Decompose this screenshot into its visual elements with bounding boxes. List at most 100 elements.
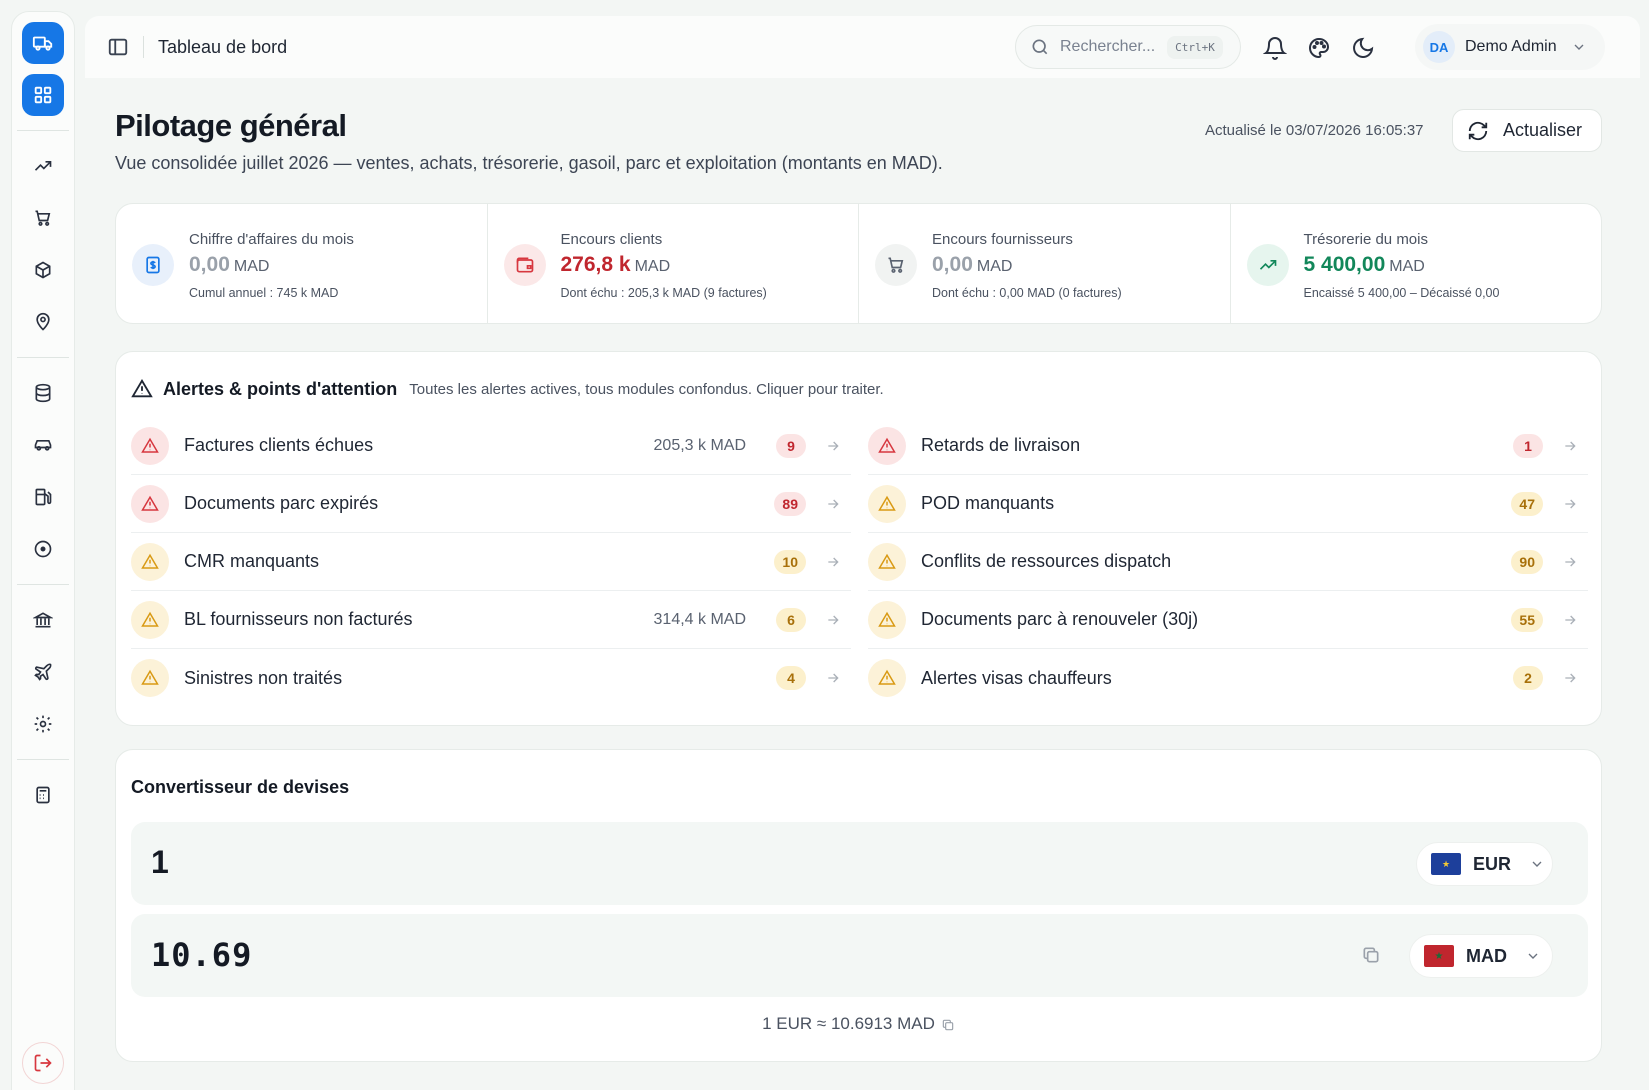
sidebar-item-database[interactable] [22,372,64,414]
currency-converter-card: Convertisseur de devises 1 ★ EUR 10.69 ★… [115,749,1602,1062]
palette-icon[interactable] [1307,36,1331,60]
wallet-icon [503,244,546,286]
kpi-supplier-outstanding[interactable]: Encours fournisseurs 0,00 MAD Dont échu :… [859,204,1231,323]
alert-amount: 314,4 k MAD [653,610,746,628]
alert-row[interactable]: Alertes visas chauffeurs 2 [868,649,1588,707]
sidebar-divider [17,357,69,358]
converter-from-row: 1 ★ EUR [131,822,1588,905]
sidebar-item-calculator[interactable] [22,774,64,816]
calculator-icon [36,786,50,804]
kpi-note: Encaissé 5 400,00 – Décaissé 0,00 [1303,286,1500,300]
alert-count-badge: 4 [776,666,806,690]
grid-icon [34,86,52,104]
refresh-label: Actualiser [1503,120,1583,140]
arrow-right-icon [1565,673,1576,683]
sidebar-item-vehicles[interactable] [22,424,64,466]
bell-icon[interactable] [1263,36,1287,60]
sidebar-toggle-icon[interactable] [107,36,129,58]
warning-icon [868,484,906,523]
kpi-label: Trésorerie du mois [1303,231,1428,248]
sidebar-item-fuel[interactable] [22,476,64,518]
kpi-treasury[interactable]: Trésorerie du mois 5 400,00 MAD Encaissé … [1231,204,1602,323]
kpi-label: Encours clients [560,231,663,248]
alert-row[interactable]: POD manquants 47 [868,475,1588,533]
moon-icon[interactable] [1351,36,1375,60]
alert-label: Documents parc à renouveler (30j) [921,609,1199,629]
sidebar-item-sales[interactable] [22,145,64,187]
warning-icon [131,659,169,697]
arrow-right-icon [1565,557,1576,566]
car-icon [34,440,52,451]
alert-count-badge: 6 [776,607,806,632]
top-header: Tableau de bord Rechercher... Ctrl+K DA … [85,16,1640,78]
truck-logo-button[interactable] [22,22,64,64]
refresh-button[interactable]: Actualiser [1452,109,1602,152]
copy-icon[interactable] [1361,945,1381,965]
trend-up-icon [34,161,52,171]
alert-row[interactable]: Conflits de ressources dispatch 90 [868,533,1588,591]
page-title: Pilotage général [115,108,347,143]
sidebar-item-operations[interactable] [22,528,64,570]
kpi-summary-card: Chiffre d'affaires du mois 0,00 MAD Cumul… [115,203,1602,324]
kpi-value: 0,00 MAD [932,253,1013,276]
alerts-left-column: Factures clients échues 205,3 k MAD 9 Docum… [131,417,851,707]
kpi-revenue[interactable]: Chiffre d'affaires du mois 0,00 MAD Cumul… [116,204,488,323]
sidebar-item-locations[interactable] [22,301,64,343]
database-icon [35,383,51,403]
alert-count-badge: 2 [1513,666,1543,690]
alert-row[interactable]: Documents parc à renouveler (30j) 55 [868,591,1588,649]
kpi-client-outstanding[interactable]: Encours clients 276,8 k MAD Dont échu : 2… [488,204,859,323]
arrow-right-icon [1565,441,1576,450]
circle-dot-icon [34,540,52,558]
exchange-rate: 1 EUR ≈ 10.6913 MAD [116,1014,1601,1034]
breadcrumb-title: Tableau de bord [158,36,288,57]
search-shortcut: Ctrl+K [1167,35,1223,59]
alert-count-badge: 89 [774,491,806,516]
converter-to-row: 10.69 ★ MAD [131,914,1588,997]
gear-icon [34,715,52,733]
alert-row[interactable]: Factures clients échues 205,3 k MAD 9 [131,417,851,475]
dollar-icon [132,244,174,286]
from-currency-select[interactable]: ★ EUR [1416,842,1553,886]
alert-label: Conflits de ressources dispatch [921,551,1172,571]
last-updated: Actualisé le 03/07/2026 16:05:37 [1205,122,1424,139]
sidebar-item-purchases[interactable] [22,197,64,239]
sidebar-divider [17,130,69,131]
alert-row[interactable]: Sinistres non traités 4 [131,649,851,707]
cart-icon [875,244,917,286]
warning-icon [131,484,169,523]
alert-label: Alertes visas chauffeurs [921,667,1112,688]
logout-button[interactable] [22,1042,64,1084]
alert-row[interactable]: Documents parc expirés 89 [131,475,851,533]
alert-row[interactable]: Retards de livraison 1 [868,417,1588,475]
copy-icon[interactable] [941,1018,955,1032]
alert-count-badge: 1 [1513,433,1543,458]
alert-label: Documents parc expirés [184,493,379,513]
alert-row[interactable]: BL fournisseurs non facturés 314,4 k MAD 6 [131,591,851,649]
amount-input[interactable]: 1 [151,844,169,881]
alert-label: Factures clients échues [184,435,374,455]
chevron-down-icon [1574,44,1584,50]
sidebar-item-bank[interactable] [22,599,64,641]
warning-icon [868,542,906,581]
alert-label: POD manquants [921,493,1055,513]
alerts-title: Alertes & points d'attention [163,378,398,399]
sidebar-item-dashboard[interactable] [22,74,64,116]
to-currency-select[interactable]: ★ MAD [1409,934,1553,978]
alert-amount: 205,3 k MAD [653,436,746,454]
kpi-label: Encours fournisseurs [932,231,1073,248]
cart-icon [35,210,51,226]
user-menu[interactable]: DA Demo Admin [1415,24,1605,70]
search-input[interactable]: Rechercher... Ctrl+K [1015,25,1241,69]
sidebar-item-travel[interactable] [22,651,64,693]
converted-amount: 10.69 [151,936,253,974]
sidebar-item-stock[interactable] [22,249,64,291]
user-name: Demo Admin [1465,38,1557,55]
page-subtitle: Vue consolidée juillet 2026 — ventes, ac… [115,153,943,173]
chevron-down-icon [1532,861,1542,867]
alert-row[interactable]: CMR manquants 10 [131,533,851,591]
sidebar-item-settings[interactable] [22,703,64,745]
alerts-header: Alertes & points d'attention Toutes les … [131,378,884,400]
alerts-description: Toutes les alertes actives, tous modules… [409,380,884,398]
arrow-right-icon [828,557,839,566]
